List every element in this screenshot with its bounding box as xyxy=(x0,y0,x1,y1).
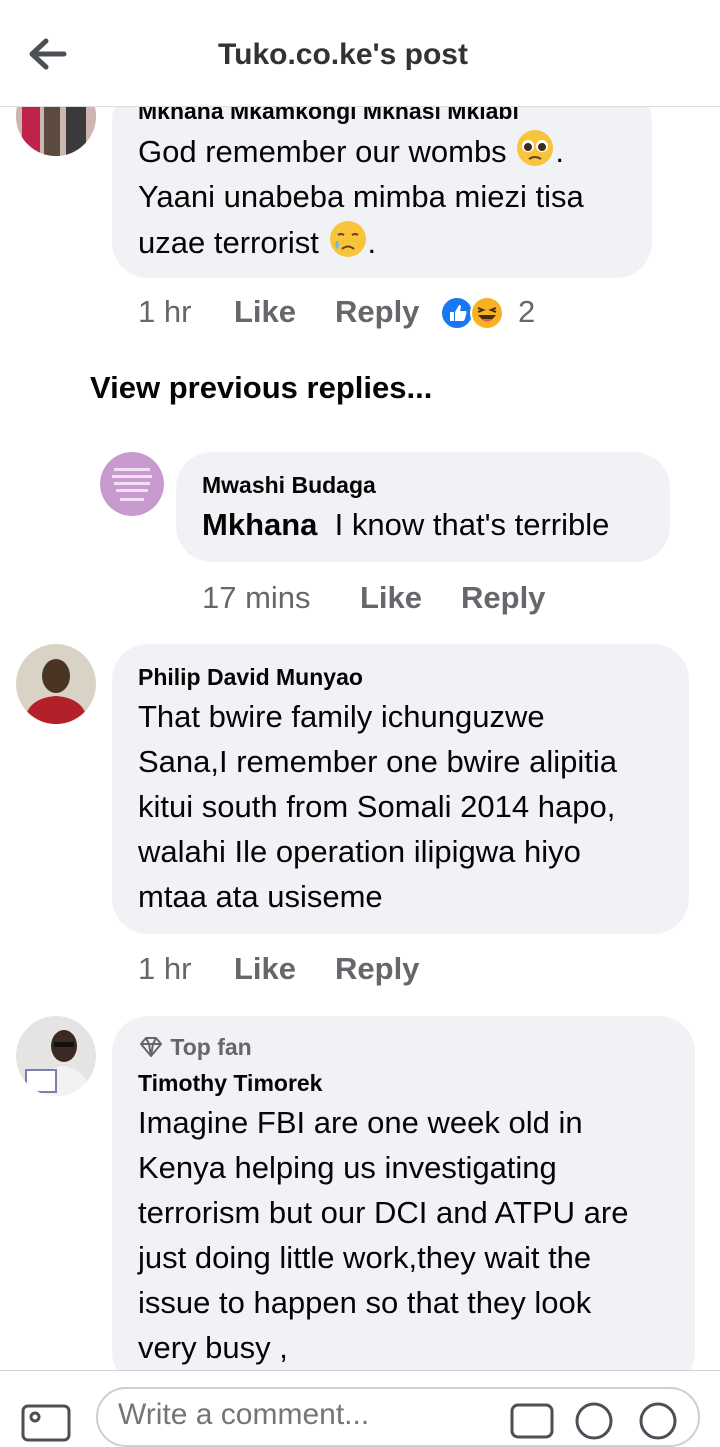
comment-bubble: Mkhana Mkamkongi Mkhasi Mkiabi God remem… xyxy=(112,84,652,278)
comment-input-wrapper[interactable] xyxy=(96,1387,700,1447)
reply-button[interactable]: Reply xyxy=(461,580,545,616)
like-button[interactable]: Like xyxy=(234,294,296,330)
comment-actions: 1 hr Like Reply xyxy=(138,951,618,991)
page-title: Tuko.co.ke's post xyxy=(218,38,468,71)
gif-icon[interactable] xyxy=(510,1403,554,1439)
comment-text: uzae terrorist xyxy=(138,225,319,260)
pleading-face-emoji-icon xyxy=(517,130,554,166)
comment-text-line: just doing little work,they wait the xyxy=(138,1240,592,1275)
sticker-icon[interactable] xyxy=(638,1401,678,1441)
sad-tear-face-emoji-icon xyxy=(329,221,366,257)
comment-bubble: Philip David Munyao That bwire family ic… xyxy=(112,644,689,934)
comment-text-line: very busy , xyxy=(138,1330,288,1365)
avatar[interactable] xyxy=(100,452,164,516)
comment-text: I know that's terrible xyxy=(334,507,610,542)
comment-bubble: Top fan Timothy Timorek Imagine FBI are … xyxy=(112,1016,695,1388)
commenter-name[interactable]: Mwashi Budaga xyxy=(202,472,376,499)
avatar[interactable] xyxy=(16,1016,96,1096)
timestamp: 1 hr xyxy=(138,294,192,329)
comment-text: . xyxy=(367,225,377,260)
view-previous-replies-link[interactable]: View previous replies... xyxy=(90,370,432,406)
comment-text: Yaani unabeba mimba miezi tisa xyxy=(138,179,584,214)
top-bar: Tuko.co.ke's post xyxy=(0,0,720,107)
comment-composer-bar xyxy=(0,1370,720,1447)
comment-text-line: That bwire family ichunguzwe xyxy=(138,699,545,734)
mention-link[interactable]: Mkhana xyxy=(202,507,317,542)
comment-actions: 1 hr Like Reply 2 xyxy=(138,294,698,334)
like-reaction-icon xyxy=(440,296,474,330)
comment-input[interactable] xyxy=(116,1397,480,1433)
comment-text-line: Kenya helping us investigating xyxy=(138,1150,557,1185)
haha-reaction-icon xyxy=(470,296,504,330)
like-button[interactable]: Like xyxy=(360,580,422,616)
top-fan-badge: Top fan xyxy=(138,1034,252,1061)
reply-button[interactable]: Reply xyxy=(335,294,419,330)
comment-text: . xyxy=(555,134,564,169)
diamond-icon xyxy=(140,1037,162,1057)
comment-actions: 17 mins Like Reply xyxy=(202,580,682,620)
comment-text-line: Imagine FBI are one week old in xyxy=(138,1105,583,1140)
comment-text: God remember our wombs xyxy=(138,134,507,169)
timestamp: 17 mins xyxy=(202,580,311,615)
timestamp: 1 hr xyxy=(138,951,192,986)
badge-label: Top fan xyxy=(170,1034,252,1060)
like-button[interactable]: Like xyxy=(234,951,296,987)
comment-text-line: terrorism but our DCI and ATPU are xyxy=(138,1195,629,1230)
avatar[interactable] xyxy=(16,644,96,724)
comment-text-line: mtaa ata usiseme xyxy=(138,879,383,914)
comment-text-line: issue to happen so that they look xyxy=(138,1285,592,1320)
comment-text-line: kitui south from Somali 2014 hapo, xyxy=(138,789,616,824)
reply-bubble: Mwashi Budaga Mkhana I know that's terri… xyxy=(176,452,670,562)
reaction-count: 2 xyxy=(518,294,536,329)
commenter-name[interactable]: Timothy Timorek xyxy=(138,1070,322,1097)
reply-button[interactable]: Reply xyxy=(335,951,419,987)
commenter-name[interactable]: Philip David Munyao xyxy=(138,664,363,691)
emoji-icon[interactable] xyxy=(574,1401,614,1441)
comment-text-line: walahi Ile operation ilipigwa hiyo xyxy=(138,834,581,869)
photo-icon[interactable] xyxy=(20,1403,74,1443)
comment-text-line: Sana,I remember one bwire alipitia xyxy=(138,744,618,779)
